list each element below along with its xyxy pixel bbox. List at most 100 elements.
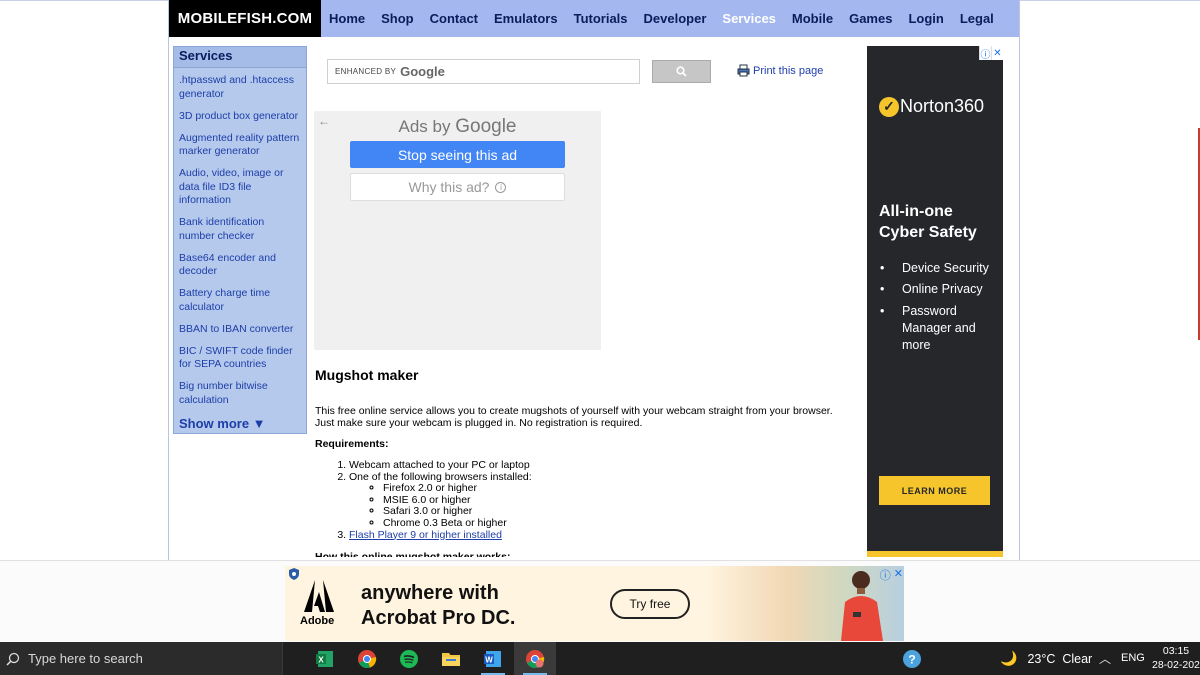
norton-feature: Password Manager and more [880, 303, 1000, 355]
language-indicator[interactable]: ENG [1121, 652, 1145, 664]
norton-ad[interactable]: ⓘ ✕ ✓ Norton 360 All-in-one Cyber Safety … [867, 46, 1003, 557]
norton-logo: ✓ Norton 360 [879, 96, 984, 117]
sidebar-item-bban-iban[interactable]: BBAN to IBAN converter [179, 323, 302, 337]
nav-shop[interactable]: Shop [373, 11, 422, 26]
ads-by-label: Ads by [398, 117, 451, 136]
excel-icon[interactable]: X [304, 642, 346, 675]
show-more-link[interactable]: Show more ▼ [179, 416, 302, 431]
sidebar-item-3d-product-box[interactable]: 3D product box generator [179, 110, 302, 124]
search-button[interactable] [652, 60, 711, 83]
norton-brand: Norton [900, 96, 955, 116]
ads-google-label: Google [455, 116, 517, 137]
site-logo[interactable]: MOBILEFISH.COM [169, 0, 321, 37]
adchoices-icon[interactable]: ⓘ [979, 46, 991, 61]
requirement-browser: One of the following browsers installed:… [349, 471, 845, 530]
adobe-logo-icon [303, 580, 335, 617]
sidebar-item-battery[interactable]: Battery charge time calculator [179, 287, 302, 314]
sidebar-item-bin-checker[interactable]: Bank identification number checker [179, 216, 302, 243]
nav-legal[interactable]: Legal [952, 11, 1002, 26]
norton-brand-number: 360 [954, 96, 985, 116]
nav-tutorials[interactable]: Tutorials [566, 11, 636, 26]
sidebar-item-bic-swift[interactable]: BIC / SWIFT code finder for SEPA countri… [179, 345, 302, 372]
why-this-ad-button[interactable]: Why this ad? i [350, 173, 565, 201]
site-left-border [168, 0, 169, 560]
help-icon[interactable]: ? [902, 649, 922, 669]
print-page-link[interactable]: Print this page [737, 64, 823, 77]
norton-feature: Device Security [880, 260, 1000, 278]
clock-time: 03:15 [1162, 645, 1190, 657]
search-icon [676, 66, 687, 77]
page-title: Mugshot maker [315, 367, 419, 383]
taskbar-clock[interactable]: 03:15 28-02-2022 [1152, 644, 1200, 672]
nav-contact[interactable]: Contact [422, 11, 486, 26]
services-sidebar: Services .htpasswd and .htaccess generat… [173, 46, 307, 434]
stop-seeing-ad-button[interactable]: Stop seeing this ad [350, 141, 565, 168]
taskbar-apps: X W [304, 642, 556, 675]
intro-text: This free online service allows you to c… [315, 405, 833, 429]
browser-list: Firefox 2.0 or higher MSIE 6.0 or higher… [349, 483, 845, 529]
norton-bottom-bar [867, 551, 1003, 557]
ad-choices: ⓘ ✕ [877, 567, 903, 583]
requirements-list: Webcam attached to your PC or laptop One… [315, 459, 845, 542]
adchoices-icon[interactable]: ⓘ [880, 567, 891, 583]
acrobat-line-2: Acrobat Pro DC. [361, 607, 516, 629]
enhanced-by-label: ENHANCED BY [335, 67, 397, 76]
requirement-flash: Flash Player 9 or higher installed [349, 529, 845, 542]
why-this-ad-label: Why this ad? [408, 179, 490, 195]
nav-home[interactable]: Home [321, 11, 373, 26]
site-right-border [1019, 0, 1020, 560]
acrobat-line-1: anywhere with [361, 582, 499, 604]
nav-items: Home Shop Contact Emulators Tutorials De… [321, 0, 1002, 37]
nav-login[interactable]: Login [900, 11, 951, 26]
sidebar-item-htpasswd[interactable]: .htpasswd and .htaccess generator [179, 74, 302, 101]
acrobat-ad-text: anywhere with Acrobat Pro DC. [361, 581, 515, 631]
clock-date: 28-02-2022 [1152, 659, 1200, 671]
adobe-wordmark: Adobe [300, 615, 335, 627]
svg-text:W: W [485, 655, 493, 664]
windows-taskbar: Type here to search X W ? 🌙 23°C Clear ︿… [0, 642, 1200, 675]
acrobat-ad[interactable]: Adobe anywhere with Acrobat Pro DC. Try … [285, 566, 904, 641]
nav-developer[interactable]: Developer [636, 11, 715, 26]
screen: MOBILEFISH.COM Home Shop Contact Emulato… [0, 0, 1200, 675]
main-content: Mugshot maker This free online service a… [315, 367, 845, 557]
sidebar-title: Services [174, 47, 306, 68]
norton-features: Device Security Online Privacy Password … [880, 260, 1000, 358]
file-explorer-icon[interactable] [430, 642, 472, 675]
nav-mobile[interactable]: Mobile [784, 11, 841, 26]
sidebar-item-base64[interactable]: Base64 encoder and decoder [179, 252, 302, 279]
how-it-works-heading: How this online mugshot maker works: [315, 551, 511, 558]
top-nav-bar: MOBILEFISH.COM Home Shop Contact Emulato… [169, 0, 1019, 37]
nav-services[interactable]: Services [714, 11, 784, 26]
google-ad-block: ← Ads by Google Stop seeing this ad Why … [314, 111, 601, 350]
printer-icon [737, 64, 750, 77]
chevron-up-icon[interactable]: ︿ [1099, 650, 1111, 667]
sidebar-item-ar-marker[interactable]: Augmented reality pattern marker generat… [179, 132, 302, 159]
taskbar-search-placeholder: Type here to search [28, 651, 143, 666]
print-label: Print this page [753, 64, 824, 77]
weather-text: 23°C Clear [1027, 651, 1093, 666]
flash-player-link[interactable]: Flash Player 9 or higher installed [349, 529, 502, 541]
taskbar-search[interactable]: Type here to search [0, 642, 283, 675]
search-icon [6, 652, 20, 666]
close-ad-icon[interactable]: ✕ [991, 46, 1003, 60]
google-label: Google [400, 64, 445, 79]
svg-text:?: ? [908, 653, 915, 667]
learn-more-button[interactable]: LEARN MORE [879, 476, 990, 505]
nav-games[interactable]: Games [841, 11, 900, 26]
word-icon[interactable]: W [472, 642, 514, 675]
nav-emulators[interactable]: Emulators [486, 11, 566, 26]
close-ad-icon[interactable]: ✕ [894, 567, 903, 583]
chrome-profile-icon[interactable] [514, 642, 556, 675]
spotify-icon[interactable] [388, 642, 430, 675]
svg-text:X: X [318, 655, 324, 664]
sidebar-list: .htpasswd and .htaccess generator 3D pro… [174, 68, 306, 431]
chrome-icon[interactable] [346, 642, 388, 675]
norton-headline: All-in-one Cyber Safety [879, 203, 977, 241]
sidebar-item-bitwise[interactable]: Big number bitwise calculation [179, 380, 302, 407]
ads-by-google: Ads by Google [314, 116, 601, 138]
ad-choices: ⓘ ✕ [979, 46, 1003, 61]
try-free-button[interactable]: Try free [610, 589, 690, 619]
search-input[interactable]: ENHANCED BY Google [327, 59, 640, 84]
weather-widget[interactable]: 🌙 23°C Clear [1000, 650, 1092, 667]
sidebar-item-id3-info[interactable]: Audio, video, image or data file ID3 fil… [179, 167, 302, 208]
